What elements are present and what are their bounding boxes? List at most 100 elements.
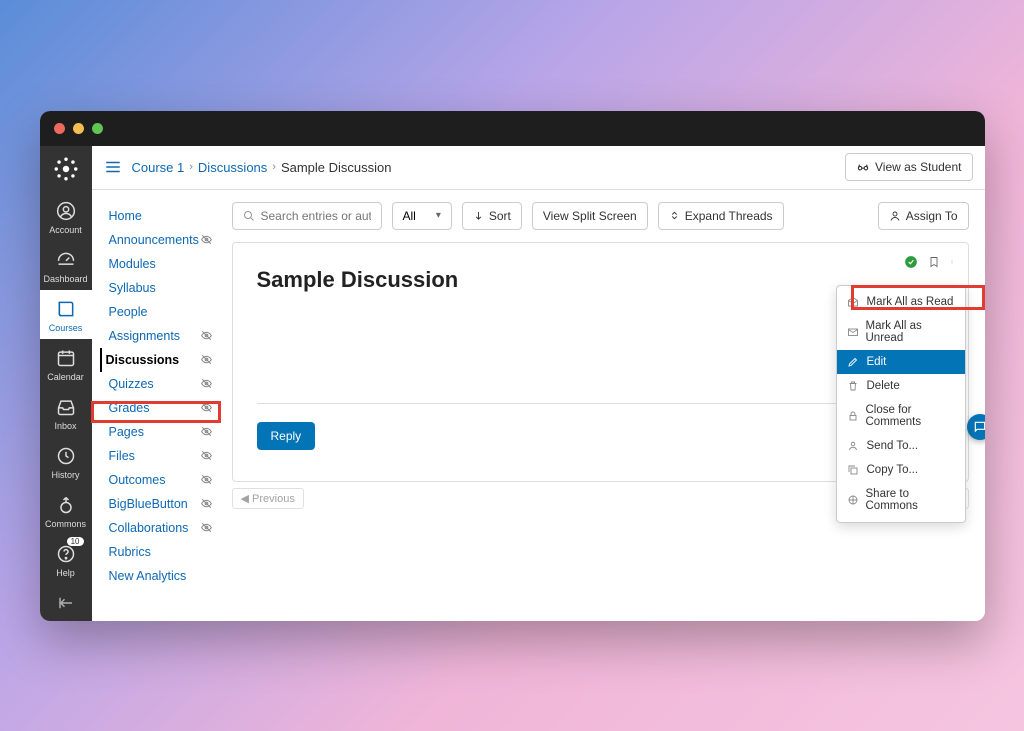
search-input[interactable] [261, 209, 371, 223]
dropdown-item-label: Edit [867, 356, 887, 368]
options-dropdown: Mark All as ReadMark All as Unread Edit De… [836, 285, 966, 523]
dropdown-item[interactable]: Mark All as Unread [837, 314, 965, 350]
mail-closed-icon [847, 326, 859, 338]
assign-to-button[interactable]: Assign To [878, 202, 969, 230]
view-as-student-button[interactable]: View as Student [845, 153, 973, 181]
dropdown-item-label: Send To... [867, 440, 919, 452]
user-icon [847, 440, 860, 452]
course-nav-label: BigBlueButton [109, 497, 188, 511]
dropdown-item[interactable]: Share to Commons [837, 482, 965, 518]
search-input-wrapper[interactable] [232, 202, 382, 230]
sort-button[interactable]: Sort [462, 202, 522, 230]
button-label: Sort [489, 209, 511, 223]
help-badge: 10 [67, 537, 84, 546]
reply-button[interactable]: Reply [257, 422, 316, 450]
dashboard-icon [55, 249, 77, 271]
window-minimize-icon[interactable] [73, 123, 84, 134]
button-label: Reply [271, 429, 302, 443]
filter-value: All [403, 209, 416, 223]
button-label: View as Student [875, 160, 962, 174]
nav-calendar[interactable]: Calendar [40, 339, 92, 388]
app-window: Account Dashboard Courses Calendar Inbox… [40, 111, 985, 621]
hidden-eye-icon [200, 449, 213, 462]
hidden-eye-icon [200, 473, 213, 486]
window-maximize-icon[interactable] [92, 123, 103, 134]
dropdown-item[interactable]: Send To... [837, 434, 965, 458]
calendar-icon [55, 347, 77, 369]
course-nav-item[interactable]: Home [106, 204, 216, 228]
expand-threads-button[interactable]: Expand Threads [658, 202, 784, 230]
nav-account[interactable]: Account [40, 192, 92, 241]
nav-inbox[interactable]: Inbox [40, 388, 92, 437]
mail-open-icon [847, 296, 860, 308]
course-nav-item[interactable]: Grades [106, 396, 216, 420]
collapse-nav-button[interactable] [40, 584, 92, 621]
dropdown-item[interactable]: Copy To... [837, 458, 965, 482]
nav-label: Dashboard [43, 274, 87, 284]
chevron-right-icon: › [272, 161, 276, 173]
dropdown-item[interactable]: Mark All as Read [837, 290, 965, 314]
course-nav-item[interactable]: Discussions [100, 348, 216, 372]
chevron-down-icon: ▾ [436, 210, 441, 221]
window-close-icon[interactable] [54, 123, 65, 134]
split-screen-button[interactable]: View Split Screen [532, 202, 648, 230]
course-nav-item[interactable]: Syllabus [106, 276, 216, 300]
course-nav-item[interactable]: Collaborations [106, 516, 216, 540]
course-nav-label: New Analytics [109, 569, 187, 583]
course-nav-item[interactable]: Assignments [106, 324, 216, 348]
prev-button[interactable]: ◀ Previous [232, 488, 304, 509]
course-nav-item[interactable]: Files [106, 444, 216, 468]
course-nav-label: People [109, 305, 148, 319]
course-nav-item[interactable]: People [106, 300, 216, 324]
discussion-actions [904, 255, 954, 269]
main-content: Course 1 › Discussions › Sample Discussi… [92, 146, 985, 621]
expand-icon [669, 210, 680, 221]
course-nav-label: Announcements [109, 233, 199, 247]
dropdown-item[interactable]: Edit [837, 350, 965, 374]
published-icon[interactable] [904, 255, 918, 269]
discussion-toolbar: All ▾ Sort View Split Screen Expand [232, 202, 969, 230]
bookmark-icon[interactable] [928, 255, 940, 269]
breadcrumb: Course 1 › Discussions › Sample Discussi… [132, 160, 392, 175]
course-nav-item[interactable]: Quizzes [106, 372, 216, 396]
course-nav-item[interactable]: Outcomes [106, 468, 216, 492]
breadcrumb-current: Sample Discussion [281, 160, 392, 175]
course-nav-label: Modules [109, 257, 156, 271]
course-nav-item[interactable]: BigBlueButton [106, 492, 216, 516]
hidden-eye-icon [200, 353, 213, 366]
nav-commons[interactable]: Commons [40, 486, 92, 535]
nav-history[interactable]: History [40, 437, 92, 486]
app-body: Account Dashboard Courses Calendar Inbox… [40, 146, 985, 621]
course-nav-item[interactable]: Modules [106, 252, 216, 276]
arrow-down-icon [473, 210, 484, 221]
button-label: View Split Screen [543, 209, 637, 223]
help-icon [55, 543, 77, 565]
content-wrap: Home Announcements Modules Syllabus People As… [92, 190, 985, 621]
dropdown-item-label: Close for Comments [866, 404, 955, 428]
breadcrumb-discussions[interactable]: Discussions [198, 160, 267, 175]
hamburger-button[interactable] [104, 158, 122, 176]
hidden-eye-icon [200, 401, 213, 414]
nav-dashboard[interactable]: Dashboard [40, 241, 92, 290]
breadcrumb-course[interactable]: Course 1 [132, 160, 185, 175]
user-icon [889, 210, 901, 222]
course-nav-item[interactable]: New Analytics [106, 564, 216, 588]
more-options-button[interactable] [950, 255, 954, 269]
canvas-logo-icon[interactable] [40, 146, 92, 192]
dropdown-item[interactable]: Close for Comments [837, 398, 965, 434]
nav-label: Courses [49, 323, 83, 333]
header-bar: Course 1 › Discussions › Sample Discussi… [92, 146, 985, 190]
course-nav-label: Outcomes [109, 473, 166, 487]
course-nav-label: Quizzes [109, 377, 154, 391]
hidden-eye-icon [200, 497, 213, 510]
dropdown-item[interactable]: Delete [837, 374, 965, 398]
copy-icon [847, 464, 860, 476]
course-nav-item[interactable]: Announcements [106, 228, 216, 252]
course-nav-item[interactable]: Pages [106, 420, 216, 444]
nav-courses[interactable]: Courses [40, 290, 92, 339]
course-nav-item[interactable]: Rubrics [106, 540, 216, 564]
hidden-eye-icon [200, 377, 213, 390]
lock-icon [847, 410, 859, 422]
nav-help[interactable]: 10 Help [40, 535, 92, 584]
filter-select[interactable]: All ▾ [392, 202, 452, 230]
